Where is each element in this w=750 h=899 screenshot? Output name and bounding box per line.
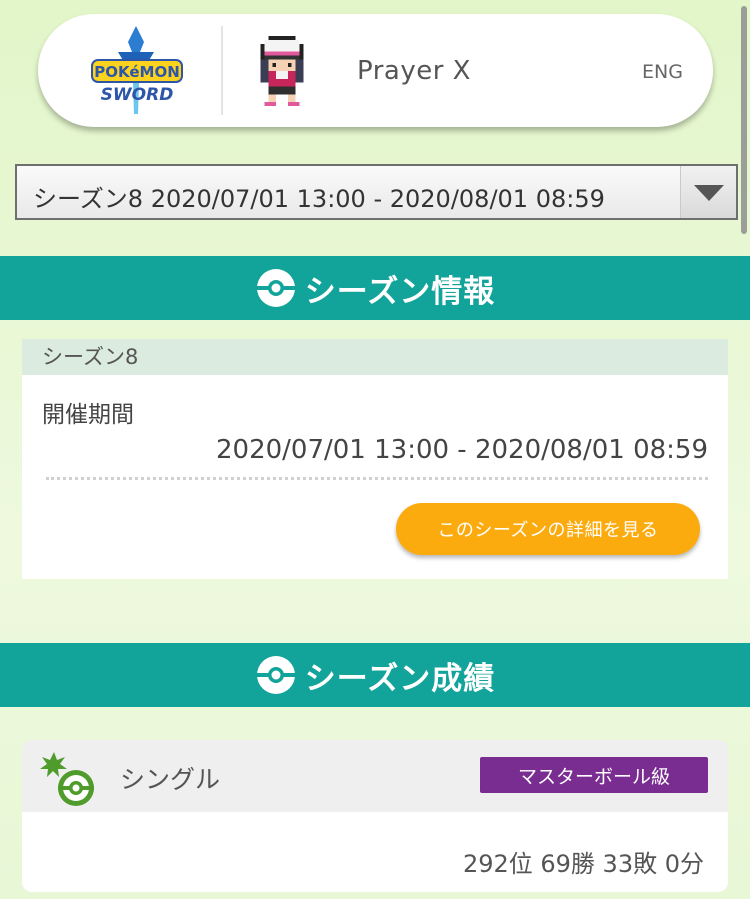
svg-text:SWORD: SWORD bbox=[101, 85, 174, 105]
season-info-card: シーズン8 開催期間 2020/07/01 13:00 - 2020/08/01… bbox=[22, 339, 728, 579]
chevron-down-icon bbox=[694, 185, 724, 201]
record-stats: 292位 69勝 33敗 0分 bbox=[462, 850, 704, 878]
profile-header: POKéMON SWORD Prayer X ENG bbox=[38, 14, 713, 127]
trainer-avatar-icon[interactable] bbox=[256, 36, 308, 106]
season-card-title: シーズン8 bbox=[22, 339, 728, 375]
season-info-title: シーズン情報 bbox=[304, 273, 496, 310]
player-name: Prayer X bbox=[357, 56, 471, 86]
season-info-section-header: シーズン情報 bbox=[0, 256, 750, 320]
header-divider bbox=[221, 26, 223, 115]
season-detail-button[interactable]: このシーズンの詳細を見る bbox=[396, 503, 700, 555]
pokeball-icon bbox=[256, 656, 295, 694]
language-toggle[interactable]: ENG bbox=[642, 61, 683, 83]
period-label: 開催期間 bbox=[42, 402, 134, 428]
scrollbar[interactable] bbox=[741, 6, 747, 234]
pokemon-sword-logo-icon: POKéMON SWORD bbox=[88, 22, 186, 120]
dotted-divider bbox=[46, 477, 708, 480]
season-select-value: シーズン8 2020/07/01 13:00 - 2020/08/01 08:5… bbox=[33, 185, 605, 213]
battle-type-label: シングル bbox=[120, 765, 221, 794]
single-battle-icon bbox=[40, 752, 94, 806]
season-record-section-header: シーズン成績 bbox=[0, 643, 750, 707]
rank-class-badge: マスターボール級 bbox=[480, 757, 708, 793]
single-battle-record-card[interactable]: シングル マスターボール級 292位 69勝 33敗 0分 bbox=[22, 740, 728, 892]
season-select-dropdown-button[interactable] bbox=[680, 166, 736, 218]
record-card-header: シングル マスターボール級 bbox=[22, 740, 728, 812]
period-value: 2020/07/01 13:00 - 2020/08/01 08:59 bbox=[215, 435, 708, 465]
season-select[interactable]: シーズン8 2020/07/01 13:00 - 2020/08/01 08:5… bbox=[15, 164, 738, 220]
season-record-title: シーズン成績 bbox=[304, 660, 496, 697]
pokeball-icon bbox=[256, 269, 295, 307]
svg-text:POKéMON: POKéMON bbox=[94, 63, 180, 81]
